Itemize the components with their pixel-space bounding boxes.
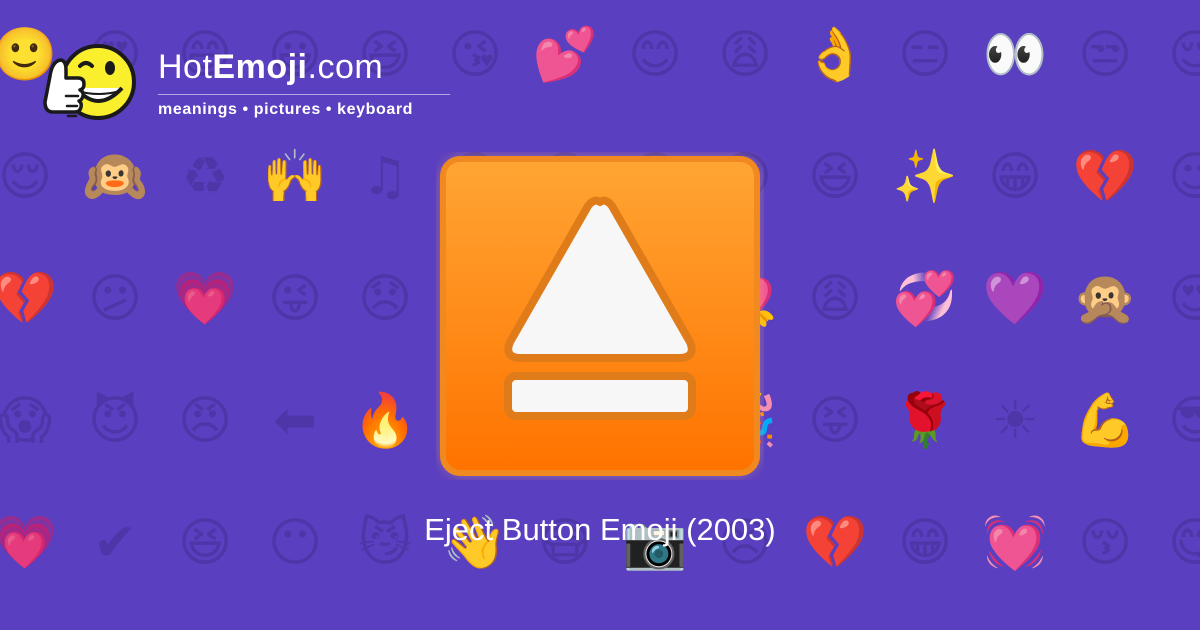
background-emoji-icon: 💪: [1072, 391, 1138, 451]
background-emoji-icon: 🔥: [352, 391, 418, 451]
logo-divider: [158, 93, 450, 95]
background-emoji-icon: 😉: [1167, 147, 1200, 207]
background-emoji-icon: 😞: [357, 269, 413, 329]
background-emoji-icon: 😌: [1167, 25, 1200, 85]
background-emoji-icon: ♫: [361, 147, 409, 207]
background-emoji-icon: ⬅: [273, 391, 317, 451]
background-emoji-icon: 💗: [172, 269, 238, 329]
site-tagline: meanings • pictures • keyboard: [158, 100, 414, 118]
background-emoji-icon: 💞: [892, 269, 958, 329]
background-emoji-icon: 😍: [1167, 269, 1200, 329]
background-emoji-icon: 😈: [87, 391, 143, 451]
background-emoji-icon: 😩: [807, 269, 863, 329]
background-emoji-icon: 💜: [982, 269, 1048, 329]
site-logo[interactable]: HotEmoji.com meanings • pictures • keybo…: [40, 36, 450, 132]
background-emoji-icon: 👌: [802, 25, 868, 85]
background-emoji-icon: 😱: [0, 391, 53, 451]
emoji-caption: Eject Button Emoji (2003): [424, 512, 776, 547]
background-emoji-icon: 😌: [0, 147, 53, 207]
background-emoji-icon: 💔: [0, 269, 58, 329]
background-emoji-icon: 🙉: [82, 147, 148, 207]
background-emoji-icon: 😩: [717, 25, 773, 85]
background-emoji-icon: ☀: [991, 391, 1039, 451]
background-emoji-icon: 😊: [627, 25, 683, 85]
background-emoji-icon: 👀: [982, 25, 1048, 85]
background-emoji-icon: 😁: [987, 147, 1043, 207]
background-emoji-icon: 😑: [897, 25, 953, 85]
background-emoji-icon: 😠: [177, 391, 233, 451]
background-emoji-icon: ♻: [181, 147, 229, 207]
background-emoji-icon: 🌹: [892, 391, 958, 451]
background-emoji-icon: ✨: [892, 147, 958, 207]
eject-button-icon: [440, 156, 760, 476]
background-emoji-icon: 🙊: [1072, 269, 1138, 329]
background-emoji-icon: 😆: [807, 147, 863, 207]
background-emoji-icon: 🙌: [262, 147, 328, 207]
logo-text: HotEmoji.com meanings • pictures • keybo…: [158, 50, 450, 119]
background-emoji-icon: 💔: [1072, 147, 1138, 207]
background-emoji-icon: 😕: [87, 269, 143, 329]
background-emoji-icon: 😜: [267, 269, 323, 329]
background-emoji-icon: 😎: [1167, 391, 1200, 451]
background-emoji-icon: 😝: [807, 391, 863, 451]
background-emoji-icon: 😒: [1077, 25, 1133, 85]
site-title: HotEmoji.com: [158, 47, 384, 86]
background-emoji-icon: 💕: [532, 25, 598, 85]
winking-thumbs-up-face-icon: [43, 44, 136, 120]
